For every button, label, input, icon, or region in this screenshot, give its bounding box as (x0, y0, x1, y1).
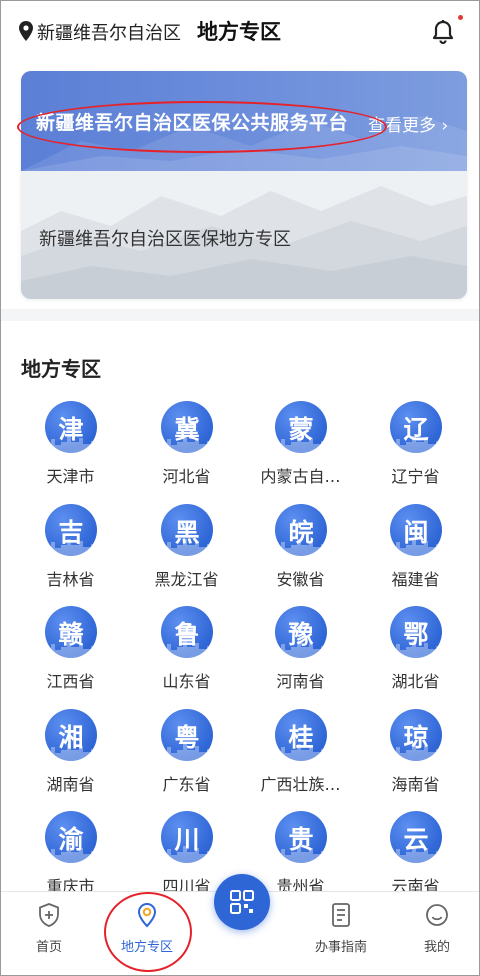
province-abbr: 粤 (174, 723, 200, 752)
annotation-circle-tab (104, 892, 192, 972)
province-item[interactable]: 冀河北省 (129, 401, 244, 501)
province-abbr: 黑 (174, 518, 200, 547)
shield-plus-icon (39, 903, 59, 927)
province-emblem-icon: 蒙 (275, 401, 327, 453)
province-name: 河北省 (162, 467, 211, 486)
province-emblem-icon: 鲁 (161, 606, 213, 658)
tab-guide[interactable]: 办事指南 (301, 902, 381, 955)
province-emblem-icon: 湘 (45, 709, 97, 761)
province-abbr: 鄂 (403, 620, 429, 649)
top-header: 新疆维吾尔自治区 地方专区 (1, 1, 479, 63)
section-title: 地方专区 (21, 357, 101, 381)
province-item[interactable]: 皖安徽省 (243, 504, 358, 604)
province-item[interactable]: 津天津市 (13, 401, 128, 501)
province-emblem-icon: 赣 (45, 606, 97, 658)
province-emblem-icon: 琼 (390, 709, 442, 761)
app-screen: 新疆维吾尔自治区 地方专区 新疆维吾尔自治区医保公共服务平台 查看更多 › 新疆… (0, 0, 480, 976)
province-abbr: 桂 (288, 723, 314, 752)
map-pin-icon[interactable] (19, 21, 33, 41)
province-abbr: 湘 (58, 723, 84, 752)
province-emblem-icon: 贵 (275, 811, 327, 863)
province-abbr: 赣 (58, 620, 84, 649)
province-item[interactable]: 辽辽宁省 (358, 401, 473, 501)
province-item[interactable]: 湘湖南省 (13, 709, 128, 809)
province-name: 广东省 (162, 775, 211, 794)
province-emblem-icon: 粤 (161, 709, 213, 761)
province-emblem-icon: 津 (45, 401, 97, 453)
province-name: 安徽省 (276, 570, 325, 589)
scan-button[interactable] (214, 874, 270, 930)
province-item[interactable]: 琼海南省 (358, 709, 473, 809)
province-emblem-icon: 辽 (390, 401, 442, 453)
province-abbr: 津 (58, 415, 84, 444)
province-abbr: 豫 (288, 620, 314, 649)
qr-scan-icon (230, 890, 254, 914)
province-abbr: 云 (403, 825, 429, 854)
section-divider (1, 309, 479, 321)
tab-home[interactable]: 首页 (9, 902, 89, 955)
province-item[interactable]: 鄂湖北省 (358, 606, 473, 706)
province-abbr: 冀 (174, 415, 200, 444)
province-name: 吉林省 (46, 570, 95, 589)
province-name: 山东省 (162, 672, 211, 691)
province-name: 广西壮族… (260, 775, 341, 794)
province-emblem-icon: 冀 (161, 401, 213, 453)
tab-mine[interactable]: 我的 (397, 902, 477, 955)
province-name: 福建省 (391, 570, 440, 589)
province-item[interactable]: 黑黑龙江省 (129, 504, 244, 604)
province-name: 湖南省 (46, 775, 95, 794)
province-name: 江西省 (46, 672, 95, 691)
province-abbr: 闽 (403, 518, 429, 547)
province-name: 湖北省 (391, 672, 440, 691)
province-emblem-icon: 川 (161, 811, 213, 863)
province-name: 辽宁省 (391, 467, 440, 486)
province-abbr: 辽 (403, 415, 429, 444)
province-item[interactable]: 粤广东省 (129, 709, 244, 809)
province-name: 河南省 (276, 672, 325, 691)
province-name: 海南省 (391, 775, 440, 794)
province-emblem-icon: 鄂 (390, 606, 442, 658)
annotation-circle-platform (17, 101, 387, 153)
tab-guide-label: 办事指南 (314, 940, 367, 955)
province-item[interactable]: 蒙内蒙古自… (243, 401, 358, 501)
province-abbr: 川 (174, 825, 200, 854)
province-abbr: 皖 (288, 518, 314, 547)
province-abbr: 鲁 (174, 620, 200, 649)
province-item[interactable]: 赣江西省 (13, 606, 128, 706)
notification-dot (458, 15, 463, 20)
smiley-face-icon (426, 904, 448, 926)
page-title: 地方专区 (197, 20, 281, 44)
province-item[interactable]: 闽福建省 (358, 504, 473, 604)
province-name: 天津市 (46, 467, 95, 486)
province-emblem-icon: 皖 (275, 504, 327, 556)
bottom-tab-bar: 首页 地方专区 办事指南 我的 (1, 874, 479, 975)
province-emblem-icon: 黑 (161, 504, 213, 556)
province-abbr: 蒙 (288, 415, 314, 444)
province-name: 内蒙古自… (260, 467, 341, 486)
document-icon (332, 903, 350, 927)
province-emblem-icon: 吉 (45, 504, 97, 556)
province-item[interactable]: 豫河南省 (243, 606, 358, 706)
province-emblem-icon: 闽 (390, 504, 442, 556)
tab-mine-label: 我的 (423, 940, 450, 955)
province-item[interactable]: 鲁山东省 (129, 606, 244, 706)
province-item[interactable]: 吉吉林省 (13, 504, 128, 604)
province-abbr: 吉 (58, 518, 84, 547)
province-name: 黑龙江省 (154, 570, 219, 589)
province-abbr: 贵 (288, 825, 314, 854)
province-item[interactable]: 桂广西壮族… (243, 709, 358, 809)
subzone-title[interactable]: 新疆维吾尔自治区医保地方专区 (39, 225, 291, 251)
province-emblem-icon: 云 (390, 811, 442, 863)
province-emblem-icon: 豫 (275, 606, 327, 658)
province-abbr: 渝 (58, 825, 84, 854)
province-emblem-icon: 渝 (45, 811, 97, 863)
bell-icon[interactable] (431, 19, 455, 45)
tab-home-label: 首页 (35, 940, 62, 955)
province-emblem-icon: 桂 (275, 709, 327, 761)
province-abbr: 琼 (403, 723, 429, 752)
region-selector[interactable]: 新疆维吾尔自治区 (37, 19, 181, 45)
